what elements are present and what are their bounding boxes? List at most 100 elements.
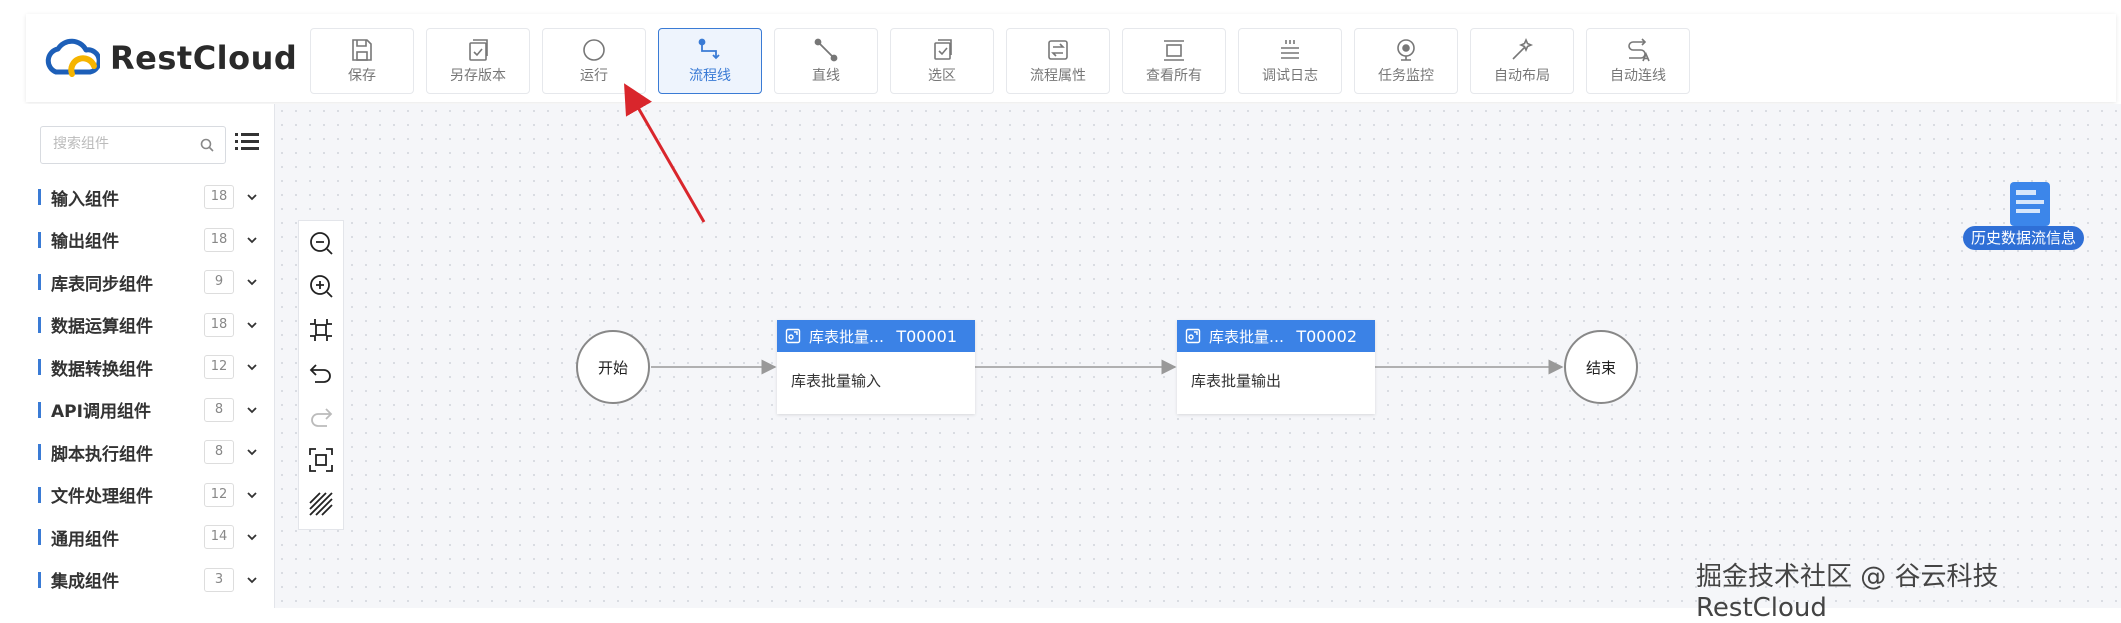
task-component-icon (1185, 328, 1201, 344)
app-name: RestCloud (110, 39, 298, 77)
zoom-in-icon (310, 275, 333, 298)
group-output[interactable]: 输出组件 18 (38, 219, 260, 262)
watermark: 掘金技术社区 @ 谷云科技RestCloud (1696, 562, 1999, 623)
end-node[interactable]: 结束 (1564, 330, 1638, 404)
chevron-down-icon[interactable] (244, 444, 260, 460)
search-input[interactable] (41, 127, 193, 161)
chevron-down-icon[interactable] (244, 529, 260, 545)
group-count: 14 (204, 525, 234, 550)
undo-button[interactable] (299, 352, 343, 396)
fit-view-button[interactable] (299, 308, 343, 352)
group-data-transform[interactable]: 数据转换组件 12 (38, 346, 260, 389)
debug-log-icon (1281, 40, 1299, 59)
straight-line-icon (814, 38, 838, 62)
group-name: 数据运算组件 (51, 317, 153, 338)
zoom-out-icon (310, 231, 333, 255)
task-node-header: 库表批量… T00001 (777, 320, 975, 352)
straight-line-button[interactable]: 直线 (774, 28, 878, 94)
group-marker (38, 359, 41, 376)
run-button[interactable]: 运行 (542, 28, 646, 94)
task-id: T00001 (896, 326, 957, 346)
task-title: 库表批量… (809, 327, 885, 346)
flow-line-button[interactable]: 流程线 (658, 28, 762, 94)
chevron-down-icon[interactable] (244, 487, 260, 503)
run-icon (583, 39, 605, 61)
auto-connect-button[interactable]: 自动连线 (1586, 28, 1690, 94)
group-count: 18 (204, 185, 234, 210)
group-marker (38, 316, 41, 333)
task-body: 库表批量输入 (791, 372, 882, 390)
group-name: 集成组件 (51, 572, 119, 593)
redo-button[interactable] (299, 395, 343, 439)
grid-toggle-button[interactable] (299, 482, 343, 526)
task-component-icon (785, 328, 801, 344)
group-input[interactable]: 输入组件 18 (38, 176, 260, 219)
list-view-icon[interactable] (234, 130, 260, 156)
group-table-sync[interactable]: 库表同步组件 9 (38, 261, 260, 304)
zoom-in-button[interactable] (299, 265, 343, 309)
chevron-down-icon[interactable] (244, 189, 260, 205)
group-name: API调用组件 (51, 402, 151, 423)
group-count: 8 (204, 397, 234, 422)
auto-connect-icon (1628, 38, 1650, 62)
grid-toggle-icon (309, 492, 333, 516)
group-data-compute[interactable]: 数据运算组件 18 (38, 304, 260, 347)
group-marker (38, 231, 41, 248)
group-api-call[interactable]: API调用组件 8 (38, 389, 260, 432)
group-marker (38, 189, 41, 206)
save-button[interactable]: 保存 (310, 28, 414, 94)
group-file[interactable]: 文件处理组件 12 (38, 474, 260, 517)
cloud-logo-icon (45, 38, 100, 77)
group-name: 输入组件 (51, 189, 119, 210)
actual-size-button[interactable] (299, 439, 343, 483)
chevron-down-icon[interactable] (244, 274, 260, 290)
chevron-down-icon[interactable] (244, 359, 260, 375)
chevron-down-icon[interactable] (244, 232, 260, 248)
group-name: 文件处理组件 (51, 487, 153, 508)
task-id: T00002 (1296, 326, 1357, 346)
view-all-button[interactable]: 查看所有 (1122, 28, 1226, 94)
flow-properties-button[interactable]: 流程属性 (1006, 28, 1110, 94)
component-groups: 输入组件 18 输出组件 18 库表同步组件 9 数据运算组件 18 数据转换组件 12 … (38, 176, 260, 601)
group-general[interactable]: 通用组件 14 (38, 516, 260, 559)
debug-log-button[interactable]: 调试日志 (1238, 28, 1342, 94)
task-title: 库表批量… (1209, 327, 1285, 346)
save-version-button[interactable]: 另存版本 (426, 28, 530, 94)
start-node[interactable]: 开始 (576, 330, 650, 404)
group-count: 18 (204, 312, 234, 337)
save-version-icon (469, 39, 488, 61)
search-icon[interactable] (199, 137, 215, 153)
undo-icon (309, 364, 331, 384)
history-dataflow-widget[interactable]: 历史数据流信息 (1960, 180, 2088, 252)
select-area-button[interactable]: 选区 (890, 28, 994, 94)
zoom-out-button[interactable] (299, 221, 343, 265)
task-node[interactable]: 库表批量… T00002 库表批量输出 (1177, 320, 1375, 414)
auto-layout-button[interactable]: 自动布局 (1470, 28, 1574, 94)
chevron-down-icon[interactable] (244, 317, 260, 333)
history-document-icon (2010, 182, 2050, 226)
group-marker (38, 444, 41, 461)
chevron-down-icon[interactable] (244, 402, 260, 418)
chevron-down-icon[interactable] (244, 572, 260, 588)
group-name: 库表同步组件 (51, 274, 153, 295)
group-script[interactable]: 脚本执行组件 8 (38, 431, 260, 474)
group-name: 输出组件 (51, 232, 119, 253)
task-monitor-button[interactable]: 任务监控 (1354, 28, 1458, 94)
group-count: 12 (204, 482, 234, 507)
task-node[interactable]: 库表批量… T00001 库表批量输入 (777, 320, 975, 414)
toolbar-buttons: 保存 另存版本 运行 流程线 直线 选区 流程属性 查看所有 调试日志 任务监控… (310, 28, 1702, 94)
task-node-header: 库表批量… T00002 (1177, 320, 1375, 352)
end-node-label: 结束 (1585, 358, 1616, 377)
group-name: 通用组件 (51, 529, 119, 550)
actual-size-icon (309, 448, 333, 473)
component-search (40, 126, 226, 164)
app-logo: RestCloud (42, 36, 297, 80)
history-dataflow-label: 历史数据流信息 (1963, 226, 2085, 250)
group-integration[interactable]: 集成组件 3 (38, 559, 260, 602)
group-count: 12 (204, 355, 234, 380)
group-count: 8 (204, 440, 234, 465)
select-area-icon (934, 39, 952, 60)
redo-icon (311, 408, 333, 427)
group-count: 3 (204, 567, 234, 592)
component-sidebar: 输入组件18 输出组件18 库表同步组件9 数据运算组件18 数据转换组件12 … (0, 104, 275, 608)
